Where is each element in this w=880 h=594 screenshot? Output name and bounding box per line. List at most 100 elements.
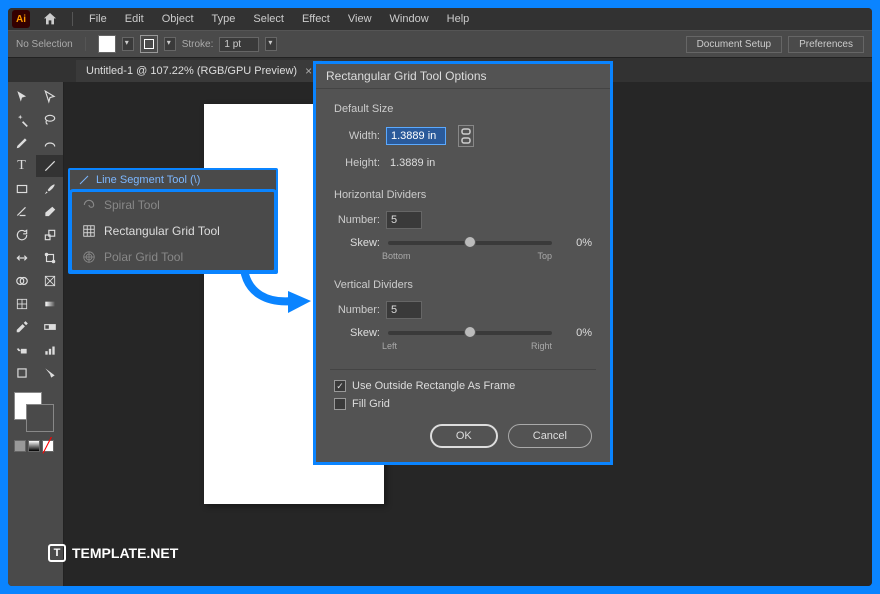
tool-panel: T [8,82,64,586]
polar-grid-tool-item[interactable]: Polar Grid Tool [72,244,274,270]
menu-edit[interactable]: Edit [117,11,152,27]
document-setup-button[interactable]: Document Setup [686,36,783,53]
menubar: Ai File Edit Object Type Select Effect V… [8,8,872,30]
app-logo-icon: Ai [12,10,30,28]
stroke-weight-dropdown[interactable] [265,37,277,51]
stroke-label: Stroke: [182,39,214,50]
v-number-input[interactable] [386,301,422,319]
document-tab[interactable]: Untitled-1 @ 107.22% (RGB/GPU Preview) × [76,60,322,82]
flyout-item-label: Polar Grid Tool [104,250,183,264]
checkbox-unchecked-icon [334,398,346,410]
eyedropper-tool[interactable] [8,316,35,338]
grid-tool-options-dialog: Rectangular Grid Tool Options Default Si… [313,61,613,465]
menu-type[interactable]: Type [204,11,244,27]
menu-effect[interactable]: Effect [294,11,338,27]
graph-tool[interactable] [36,339,63,361]
menu-help[interactable]: Help [439,11,478,27]
type-tool[interactable]: T [8,155,35,177]
h-skew-right-label: Top [537,251,552,261]
v-skew-label: Skew: [348,327,380,339]
fill-swatch[interactable] [98,35,116,53]
paintbrush-tool[interactable] [36,178,63,200]
link-dimensions-icon[interactable] [458,125,474,147]
curvature-tool[interactable] [36,132,63,154]
vertical-dividers-heading: Vertical Dividers [334,279,592,291]
menu-file[interactable]: File [81,11,115,27]
shaper-tool[interactable] [8,201,35,223]
h-skew-label: Skew: [348,237,380,249]
scale-tool[interactable] [36,224,63,246]
dialog-title: Rectangular Grid Tool Options [316,64,610,89]
v-skew-value: 0% [560,327,592,339]
menu-object[interactable]: Object [154,11,202,27]
flyout-item-label: Rectangular Grid Tool [104,224,220,238]
watermark: T TEMPLATE.NET [48,544,178,562]
menu-window[interactable]: Window [382,11,437,27]
stroke-color[interactable] [26,404,54,432]
width-tool[interactable] [8,247,35,269]
flyout-item-label: Spiral Tool [104,198,160,212]
preferences-button[interactable]: Preferences [788,36,864,53]
menu-select[interactable]: Select [245,11,292,27]
mesh-tool[interactable] [8,293,35,315]
use-outside-rectangle-checkbox[interactable]: ✓ Use Outside Rectangle As Frame [334,380,592,392]
v-skew-slider[interactable] [388,331,552,335]
rotate-tool[interactable] [8,224,35,246]
h-skew-left-label: Bottom [382,251,411,261]
width-label: Width: [334,130,380,142]
close-icon[interactable]: × [305,64,312,78]
shape-builder-tool[interactable] [8,270,35,292]
fill-grid-checkbox[interactable]: Fill Grid [334,398,592,410]
line-tool[interactable] [36,155,63,177]
rectangular-grid-tool-item[interactable]: Rectangular Grid Tool [72,218,274,244]
eraser-tool[interactable] [36,201,63,223]
tab-title: Untitled-1 @ 107.22% (RGB/GPU Preview) [86,65,297,77]
v-number-label: Number: [334,304,380,316]
home-icon[interactable] [42,11,58,27]
selection-status: No Selection [16,39,73,50]
h-skew-value: 0% [560,237,592,249]
height-label: Height: [334,157,380,169]
color-mode-switches[interactable]: ╱ [14,440,57,452]
checkbox-checked-icon: ✓ [334,380,346,392]
v-skew-right-label: Right [531,341,552,351]
color-picker[interactable] [14,392,57,432]
slice-tool[interactable] [36,362,63,384]
checkbox-label: Fill Grid [352,398,390,410]
pen-tool[interactable] [8,132,35,154]
gradient-tool[interactable] [36,293,63,315]
magic-wand-tool[interactable] [8,109,35,131]
lasso-tool[interactable] [36,109,63,131]
artboard-tool[interactable] [8,362,35,384]
checkbox-label: Use Outside Rectangle As Frame [352,380,515,392]
blend-tool[interactable] [36,316,63,338]
control-bar: No Selection Stroke: 1 pt Document Setup… [8,30,872,58]
direct-selection-tool[interactable] [36,86,63,108]
app-window: Ai File Edit Object Type Select Effect V… [8,8,872,586]
rectangle-tool[interactable] [8,178,35,200]
h-number-label: Number: [334,214,380,226]
default-size-heading: Default Size [334,103,592,115]
free-transform-tool[interactable] [36,247,63,269]
selection-tool[interactable] [8,86,35,108]
spiral-tool-item[interactable]: Spiral Tool [72,192,274,218]
width-input[interactable] [386,127,446,145]
cancel-button[interactable]: Cancel [508,424,592,448]
fill-dropdown[interactable] [122,37,134,51]
line-tool-flyout: Line Segment Tool (\) Spiral Tool Rectan… [68,168,278,274]
flyout-header-label: Line Segment Tool (\) [96,174,200,186]
stroke-dropdown[interactable] [164,37,176,51]
h-number-input[interactable] [386,211,422,229]
menu-view[interactable]: View [340,11,380,27]
watermark-text: TEMPLATE.NET [72,545,178,561]
flyout-header[interactable]: Line Segment Tool (\) [70,170,276,190]
symbol-sprayer-tool[interactable] [8,339,35,361]
perspective-tool[interactable] [36,270,63,292]
horizontal-dividers-heading: Horizontal Dividers [334,189,592,201]
v-skew-left-label: Left [382,341,397,351]
height-value: 1.3889 in [386,155,439,171]
h-skew-slider[interactable] [388,241,552,245]
stroke-value[interactable]: 1 pt [219,37,259,52]
stroke-swatch[interactable] [140,35,158,53]
ok-button[interactable]: OK [430,424,498,448]
